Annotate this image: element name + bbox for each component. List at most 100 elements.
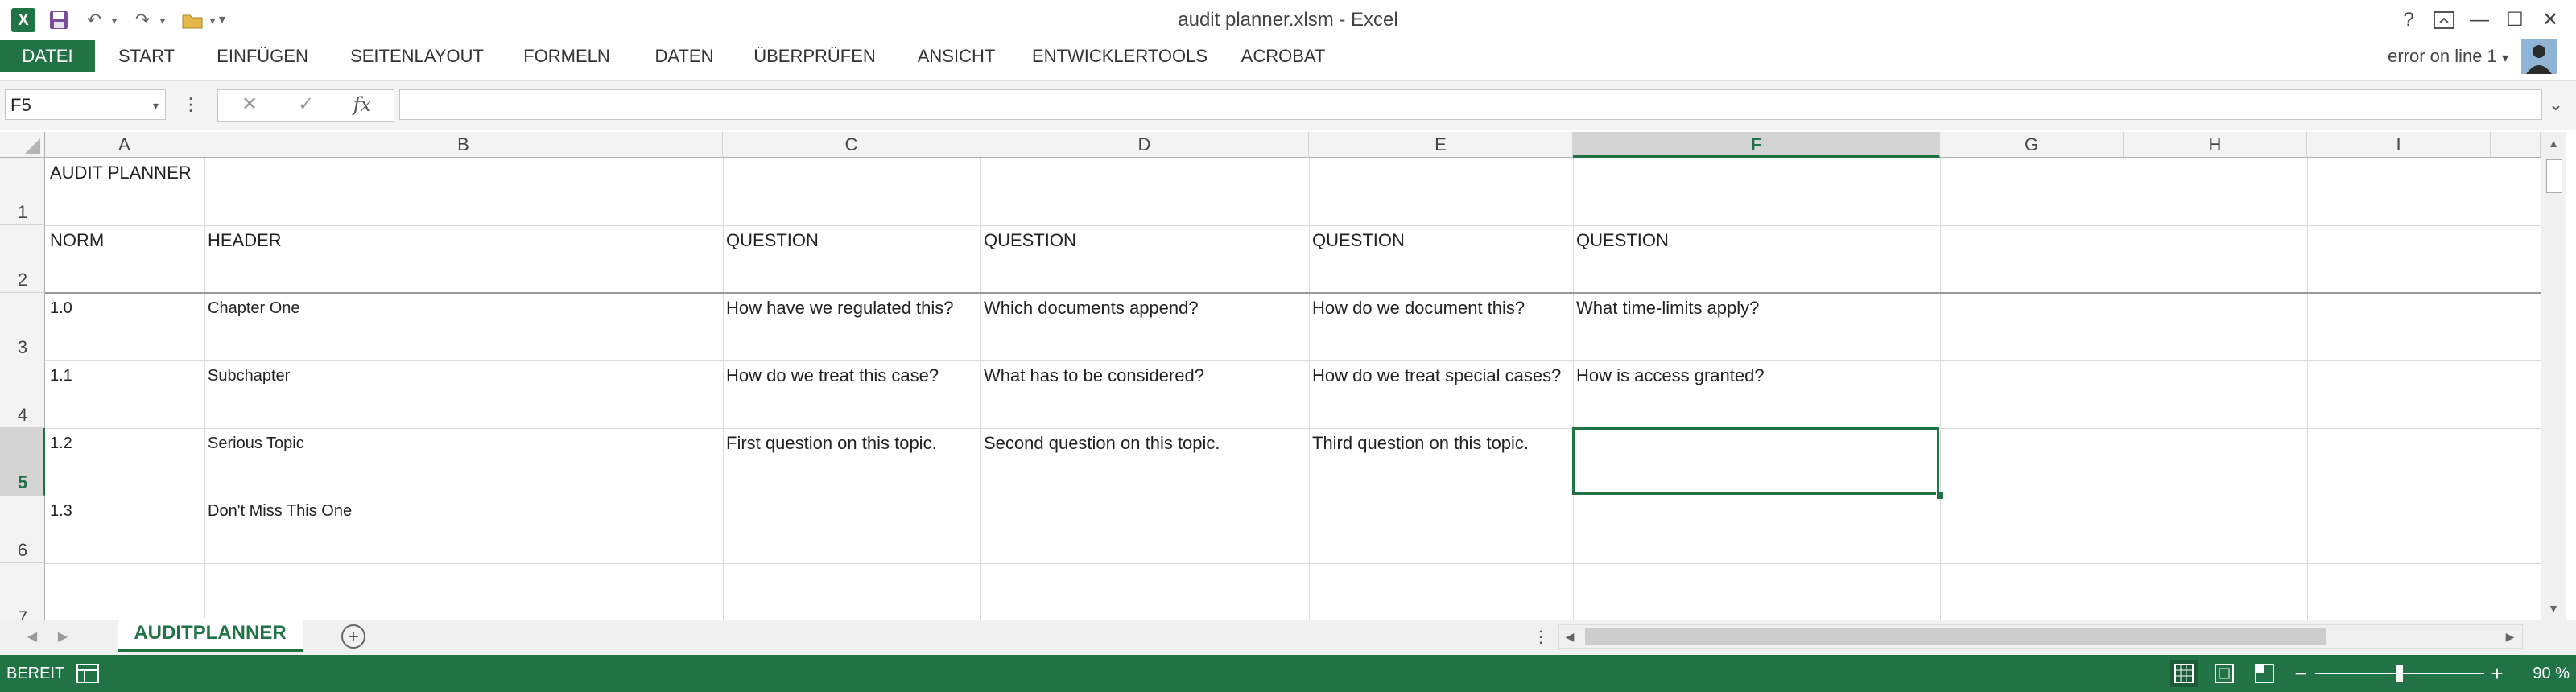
cell-a1[interactable]: AUDIT PLANNER bbox=[50, 159, 243, 187]
column-header-f[interactable]: F bbox=[1573, 132, 1940, 158]
fill-handle[interactable] bbox=[1936, 492, 1944, 500]
tab-seitenlayout[interactable]: SEITENLAYOUT bbox=[338, 40, 496, 72]
cell-e5[interactable]: Third question on this topic. bbox=[1312, 430, 1571, 457]
cell-a5[interactable]: 1.2 bbox=[50, 430, 203, 457]
active-cell-f5[interactable] bbox=[1572, 427, 1939, 495]
freeze-pane-line bbox=[45, 292, 2541, 294]
cell-b6[interactable]: Don't Miss This One bbox=[208, 497, 715, 525]
horizontal-scroll-thumb[interactable] bbox=[1585, 628, 2326, 645]
tab-ueberpruefen[interactable]: ÜBERPRÜFEN bbox=[749, 40, 881, 72]
tab-split-handle[interactable]: ⋮ bbox=[1533, 624, 1549, 650]
normal-view-icon[interactable] bbox=[2170, 660, 2198, 687]
cell-c4[interactable]: How do we treat this case? bbox=[726, 362, 977, 389]
cell-b3[interactable]: Chapter One bbox=[208, 295, 715, 322]
tab-start[interactable]: START bbox=[105, 40, 188, 72]
vertical-scrollbar[interactable]: ▲ ▼ bbox=[2541, 132, 2566, 620]
cell-f4[interactable]: How is access granted? bbox=[1576, 362, 1935, 389]
row-header-1[interactable]: 1 bbox=[0, 158, 45, 225]
sheet-prev-icon[interactable]: ◀ bbox=[23, 624, 42, 650]
cell-f2[interactable]: QUESTION bbox=[1576, 227, 1935, 254]
cell-c3[interactable]: How have we regulated this? bbox=[726, 295, 982, 322]
formula-more-icon[interactable]: ⋮ bbox=[182, 89, 200, 120]
row-header-3[interactable]: 3 bbox=[0, 293, 45, 360]
cell-d3[interactable]: Which documents append? bbox=[984, 295, 1306, 322]
tab-datei[interactable]: DATEI bbox=[0, 40, 95, 72]
scroll-down-icon[interactable]: ▼ bbox=[2541, 597, 2566, 620]
formula-input[interactable] bbox=[399, 89, 2542, 120]
sheet-tab-auditplanner[interactable]: AUDITPLANNER bbox=[118, 618, 303, 652]
minimize-icon[interactable]: — bbox=[2462, 3, 2497, 37]
cell-b5[interactable]: Serious Topic bbox=[208, 430, 715, 457]
page-break-view-icon[interactable] bbox=[2251, 660, 2278, 687]
name-box-dropdown-icon[interactable]: ▾ bbox=[153, 90, 159, 121]
cell-b4[interactable]: Subchapter bbox=[208, 362, 715, 389]
tab-acrobat[interactable]: ACROBAT bbox=[1235, 40, 1331, 72]
gridline bbox=[2307, 158, 2308, 620]
tab-entwicklertools[interactable]: ENTWICKLERTOOLS bbox=[1030, 40, 1209, 72]
help-icon[interactable]: ? bbox=[2391, 3, 2426, 37]
expand-formula-bar-icon[interactable]: ⌄ bbox=[2542, 89, 2570, 120]
horizontal-scrollbar[interactable]: ◀ ▶ bbox=[1558, 624, 2523, 649]
gridline bbox=[1940, 158, 1941, 620]
column-header-g[interactable]: G bbox=[1940, 132, 2124, 158]
scroll-right-icon[interactable]: ▶ bbox=[2500, 625, 2520, 648]
enter-icon[interactable]: ✓ bbox=[290, 89, 322, 120]
row-header-2[interactable]: 2 bbox=[0, 225, 45, 293]
scroll-left-icon[interactable]: ◀ bbox=[1559, 625, 1580, 648]
cell-a2[interactable]: NORM bbox=[50, 227, 203, 254]
zoom-in-button[interactable]: + bbox=[2487, 655, 2507, 692]
gridline bbox=[204, 158, 205, 620]
column-header-i[interactable]: I bbox=[2307, 132, 2491, 158]
cell-e4[interactable]: How do we treat special cases? bbox=[1312, 362, 1568, 389]
cell-d2[interactable]: QUESTION bbox=[984, 227, 1306, 254]
cancel-icon[interactable]: ✕ bbox=[233, 89, 266, 120]
sheet-next-icon[interactable]: ▶ bbox=[53, 624, 72, 650]
close-icon[interactable]: ✕ bbox=[2533, 3, 2568, 37]
column-header-c[interactable]: C bbox=[723, 132, 980, 158]
add-sheet-icon[interactable]: + bbox=[341, 624, 365, 649]
zoom-out-button[interactable]: − bbox=[2291, 655, 2310, 692]
vertical-scroll-thumb[interactable] bbox=[2546, 159, 2562, 193]
cell-f3[interactable]: What time-limits apply? bbox=[1576, 295, 1935, 322]
worksheet-grid[interactable]: A B C D E F G H I 1 2 3 4 5 6 7 AUDIT PL… bbox=[0, 132, 2541, 620]
row-header-6[interactable]: 6 bbox=[0, 496, 45, 563]
gridline bbox=[723, 158, 724, 620]
zoom-slider-thumb[interactable] bbox=[2396, 665, 2403, 682]
scroll-up-icon[interactable]: ▲ bbox=[2541, 132, 2566, 154]
gridline bbox=[45, 428, 2541, 429]
cell-d5[interactable]: Second question on this topic. bbox=[984, 430, 1306, 457]
cell-b2[interactable]: HEADER bbox=[208, 227, 715, 254]
select-all-corner[interactable] bbox=[0, 132, 45, 158]
cell-e2[interactable]: QUESTION bbox=[1312, 227, 1570, 254]
column-header-d[interactable]: D bbox=[980, 132, 1309, 158]
row-header-5[interactable]: 5 bbox=[0, 428, 45, 496]
cell-a3[interactable]: 1.0 bbox=[50, 295, 203, 322]
status-mode: BEREIT bbox=[6, 665, 65, 682]
tab-daten[interactable]: DATEN bbox=[641, 40, 728, 72]
avatar[interactable] bbox=[2521, 39, 2557, 74]
macro-recording-icon[interactable] bbox=[76, 661, 100, 686]
row-header-4[interactable]: 4 bbox=[0, 360, 45, 428]
column-header-a[interactable]: A bbox=[45, 132, 204, 158]
cell-c5[interactable]: First question on this topic. bbox=[726, 430, 979, 457]
ribbon-display-options-icon[interactable] bbox=[2426, 3, 2462, 37]
cell-d4[interactable]: What has to be considered? bbox=[984, 362, 1306, 389]
page-layout-view-icon[interactable] bbox=[2211, 660, 2238, 687]
tab-ansicht[interactable]: ANSICHT bbox=[903, 40, 1009, 72]
name-box[interactable]: F5 ▾ bbox=[5, 89, 166, 120]
insert-function-icon[interactable]: fx bbox=[346, 89, 378, 120]
maximize-icon[interactable]: ☐ bbox=[2497, 3, 2533, 37]
cell-e3[interactable]: How do we document this? bbox=[1312, 295, 1570, 322]
cell-a4[interactable]: 1.1 bbox=[50, 362, 203, 389]
tab-formeln[interactable]: FORMELN bbox=[512, 40, 621, 72]
tab-einfuegen[interactable]: EINFÜGEN bbox=[203, 40, 322, 72]
zoom-level[interactable]: 90 % bbox=[2508, 655, 2570, 692]
column-header-e[interactable]: E bbox=[1309, 132, 1573, 158]
cell-c2[interactable]: QUESTION bbox=[726, 227, 977, 254]
column-header-h[interactable]: H bbox=[2124, 132, 2307, 158]
cell-a6[interactable]: 1.3 bbox=[50, 497, 203, 525]
column-header-b[interactable]: B bbox=[204, 132, 723, 158]
user-account[interactable]: error on line 1 ▾ bbox=[2351, 40, 2508, 72]
row-header-7[interactable]: 7 bbox=[0, 563, 45, 620]
column-header-extra[interactable] bbox=[2491, 132, 2541, 158]
